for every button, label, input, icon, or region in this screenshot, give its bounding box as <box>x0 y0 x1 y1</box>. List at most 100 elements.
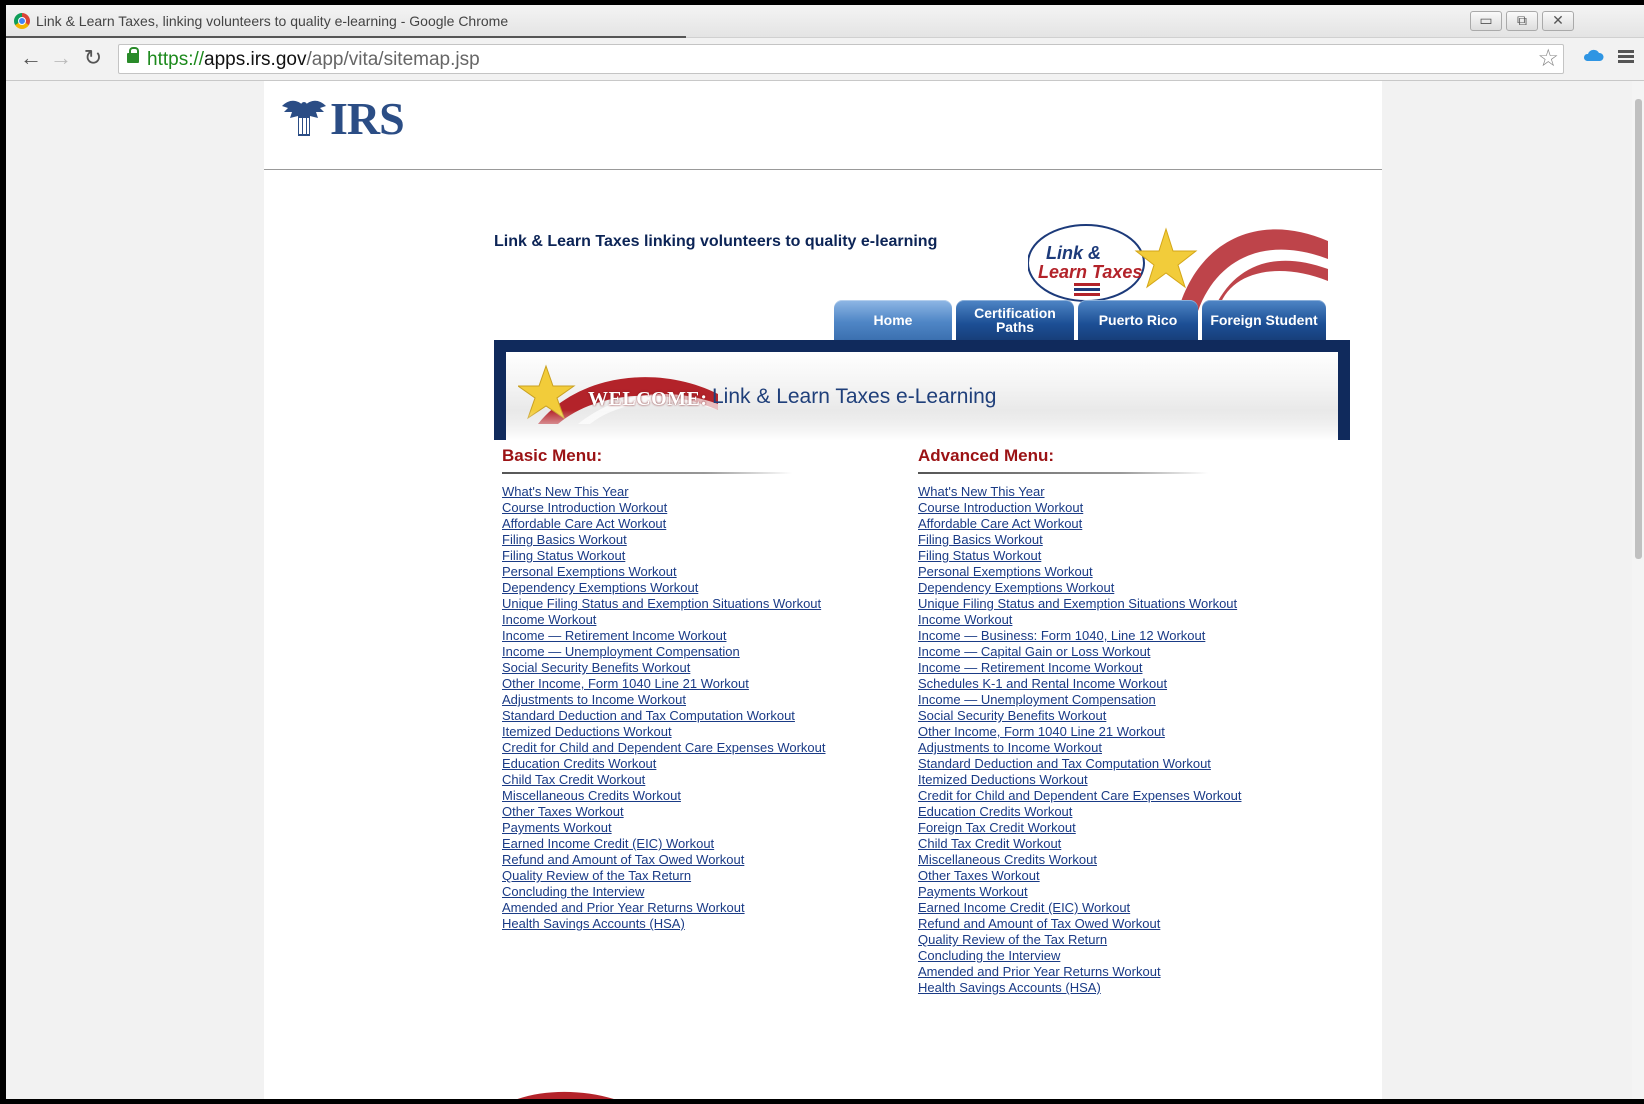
cloud-extension-icon[interactable] <box>1582 48 1604 62</box>
basic-link-payments[interactable]: Payments Workout <box>502 820 612 835</box>
basic-menu-divider <box>502 472 792 474</box>
minimize-button[interactable]: ▭ <box>1470 11 1502 31</box>
advanced-link-retirement-income[interactable]: Income — Retirement Income Workout <box>918 660 1142 675</box>
irs-eagle-icon <box>282 100 326 136</box>
reload-icon[interactable]: ↻ <box>80 45 106 71</box>
advanced-link-business-income[interactable]: Income — Business: Form 1040, Line 12 Wo… <box>918 628 1205 643</box>
secure-lock-icon <box>127 47 139 63</box>
tab-home[interactable]: Home <box>834 300 952 340</box>
advanced-link-aca[interactable]: Affordable Care Act Workout <box>918 516 1082 531</box>
basic-link-eic[interactable]: Earned Income Credit (EIC) Workout <box>502 836 714 851</box>
back-arrow-icon[interactable]: ← <box>18 45 44 71</box>
link-learn-logo[interactable]: Link & Learn Taxes <box>1027 221 1328 311</box>
basic-link-itemized-deductions[interactable]: Itemized Deductions Workout <box>502 724 672 739</box>
forward-arrow-icon[interactable]: → <box>48 45 74 71</box>
banner-top-band <box>494 340 1350 352</box>
chrome-menu-icon[interactable] <box>1618 50 1634 64</box>
basic-menu: Basic Menu: What's New This Year Course … <box>502 446 826 932</box>
advanced-link-concluding[interactable]: Concluding the Interview <box>918 948 1060 963</box>
advanced-link-unique-filing[interactable]: Unique Filing Status and Exemption Situa… <box>918 596 1237 611</box>
advanced-link-child-tax-credit[interactable]: Child Tax Credit Workout <box>918 836 1061 851</box>
advanced-link-standard-deduction[interactable]: Standard Deduction and Tax Computation W… <box>918 756 1211 771</box>
advanced-menu-list: What's New This Year Course Introduction… <box>918 484 1242 996</box>
link-learn-logo-art: Link & Learn Taxes <box>1027 224 1328 311</box>
irs-logo[interactable]: IRS <box>280 92 405 144</box>
banner-title: Link & Learn Taxes e-Learning <box>712 385 997 408</box>
basic-link-income[interactable]: Income Workout <box>502 612 596 627</box>
tab-certification-paths[interactable]: Certification Paths <box>956 300 1074 340</box>
close-button[interactable]: ✕ <box>1542 11 1574 31</box>
basic-link-retirement-income[interactable]: Income — Retirement Income Workout <box>502 628 726 643</box>
chrome-logo-icon <box>14 13 30 29</box>
advanced-link-refund[interactable]: Refund and Amount of Tax Owed Workout <box>918 916 1160 931</box>
basic-link-dependency-exemptions[interactable]: Dependency Exemptions Workout <box>502 580 698 595</box>
basic-link-amended[interactable]: Amended and Prior Year Returns Workout <box>502 900 745 915</box>
restore-button[interactable]: ⧉ <box>1506 11 1538 31</box>
basic-link-standard-deduction[interactable]: Standard Deduction and Tax Computation W… <box>502 708 795 723</box>
advanced-menu-title: Advanced Menu: <box>918 446 1055 465</box>
basic-link-filing-basics[interactable]: Filing Basics Workout <box>502 532 627 547</box>
basic-link-child-care-credit[interactable]: Credit for Child and Dependent Care Expe… <box>502 740 826 755</box>
advanced-link-payments[interactable]: Payments Workout <box>918 884 1028 899</box>
advanced-link-eic[interactable]: Earned Income Credit (EIC) Workout <box>918 900 1130 915</box>
basic-link-education-credits[interactable]: Education Credits Workout <box>502 756 656 771</box>
advanced-link-personal-exemptions[interactable]: Personal Exemptions Workout <box>918 564 1093 579</box>
basic-link-quality-review[interactable]: Quality Review of the Tax Return <box>502 868 691 883</box>
advanced-link-k1-rental[interactable]: Schedules K-1 and Rental Income Workout <box>918 676 1167 691</box>
url-text[interactable]: https://apps.irs.gov/app/vita/sitemap.js… <box>147 49 480 71</box>
advanced-link-child-care-credit[interactable]: Credit for Child and Dependent Care Expe… <box>918 788 1242 803</box>
tab-foreign-student[interactable]: Foreign Student <box>1202 300 1326 340</box>
basic-link-unemployment[interactable]: Income — Unemployment Compensation <box>502 644 740 659</box>
logo-line2: Learn Taxes <box>1038 262 1142 282</box>
advanced-link-capital-gain[interactable]: Income — Capital Gain or Loss Workout <box>918 644 1150 659</box>
basic-link-whats-new[interactable]: What's New This Year <box>502 484 629 499</box>
advanced-link-social-security[interactable]: Social Security Benefits Workout <box>918 708 1106 723</box>
advanced-link-foreign-tax-credit[interactable]: Foreign Tax Credit Workout <box>918 820 1076 835</box>
basic-menu-list: What's New This Year Course Introduction… <box>502 484 826 932</box>
basic-link-misc-credits[interactable]: Miscellaneous Credits Workout <box>502 788 681 803</box>
basic-link-concluding[interactable]: Concluding the Interview <box>502 884 644 899</box>
advanced-link-adjustments[interactable]: Adjustments to Income Workout <box>918 740 1102 755</box>
window-titlebar[interactable]: Link & Learn Taxes, linking volunteers t… <box>6 5 1644 38</box>
advanced-link-other-taxes[interactable]: Other Taxes Workout <box>918 868 1040 883</box>
advanced-link-income[interactable]: Income Workout <box>918 612 1012 627</box>
browser-toolbar: ← → ↻ https://apps.irs.gov/app/vita/site… <box>6 38 1644 81</box>
advanced-link-course-intro[interactable]: Course Introduction Workout <box>918 500 1083 515</box>
basic-link-other-taxes[interactable]: Other Taxes Workout <box>502 804 624 819</box>
advanced-link-quality-review[interactable]: Quality Review of the Tax Return <box>918 932 1107 947</box>
basic-link-refund[interactable]: Refund and Amount of Tax Owed Workout <box>502 852 744 867</box>
advanced-link-amended[interactable]: Amended and Prior Year Returns Workout <box>918 964 1161 979</box>
advanced-link-hsa[interactable]: Health Savings Accounts (HSA) <box>918 980 1101 995</box>
basic-link-filing-status[interactable]: Filing Status Workout <box>502 548 625 563</box>
advanced-link-filing-basics[interactable]: Filing Basics Workout <box>918 532 1043 547</box>
address-bar[interactable]: https://apps.irs.gov/app/vita/sitemap.js… <box>118 44 1564 74</box>
advanced-link-filing-status[interactable]: Filing Status Workout <box>918 548 1041 563</box>
advanced-link-whats-new[interactable]: What's New This Year <box>918 484 1045 499</box>
advanced-link-other-income[interactable]: Other Income, Form 1040 Line 21 Workout <box>918 724 1165 739</box>
basic-link-social-security[interactable]: Social Security Benefits Workout <box>502 660 690 675</box>
basic-link-course-intro[interactable]: Course Introduction Workout <box>502 500 667 515</box>
basic-link-unique-filing[interactable]: Unique Filing Status and Exemption Situa… <box>502 596 821 611</box>
welcome-label: WELCOME: <box>588 388 708 410</box>
basic-link-aca[interactable]: Affordable Care Act Workout <box>502 516 666 531</box>
url-host: apps.irs.gov <box>204 49 307 70</box>
basic-link-other-income[interactable]: Other Income, Form 1040 Line 21 Workout <box>502 676 749 691</box>
basic-link-personal-exemptions[interactable]: Personal Exemptions Workout <box>502 564 677 579</box>
basic-link-hsa[interactable]: Health Savings Accounts (HSA) <box>502 916 685 931</box>
logo-line1: Link & <box>1046 243 1101 263</box>
advanced-link-dependency-exemptions[interactable]: Dependency Exemptions Workout <box>918 580 1114 595</box>
bookmark-star-icon[interactable]: ☆ <box>1537 46 1559 72</box>
basic-link-child-tax-credit[interactable]: Child Tax Credit Workout <box>502 772 645 787</box>
basic-link-adjustments[interactable]: Adjustments to Income Workout <box>502 692 686 707</box>
scrollbar-thumb[interactable] <box>1635 99 1642 559</box>
page-scrollbar[interactable] <box>1632 81 1644 1099</box>
advanced-link-education-credits[interactable]: Education Credits Workout <box>918 804 1072 819</box>
tab-puerto-rico[interactable]: Puerto Rico <box>1078 300 1198 340</box>
advanced-link-unemployment[interactable]: Income — Unemployment Compensation <box>918 692 1156 707</box>
welcome-banner: WELCOME: Link & Learn Taxes e-Learning <box>494 340 1350 440</box>
advanced-link-misc-credits[interactable]: Miscellaneous Credits Workout <box>918 852 1097 867</box>
advanced-link-itemized-deductions[interactable]: Itemized Deductions Workout <box>918 772 1088 787</box>
advanced-menu-divider <box>918 472 1208 474</box>
irs-wordmark: IRS <box>330 92 405 144</box>
page-content: IRS Link & Learn Taxes linking volunteer… <box>264 81 1382 1099</box>
